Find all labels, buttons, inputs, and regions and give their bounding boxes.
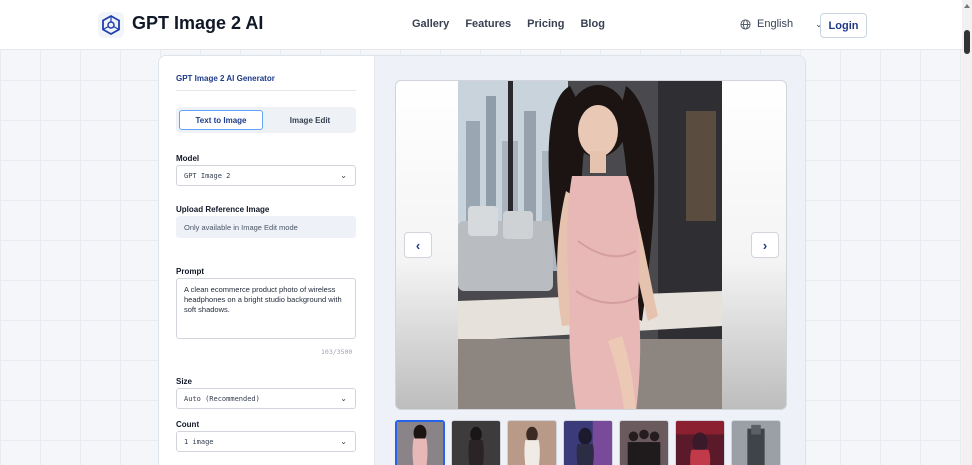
mode-tabs: Text to Image Image Edit xyxy=(176,107,356,133)
thumbnail-7[interactable] xyxy=(731,420,781,465)
chevron-left-icon: ‹ xyxy=(415,237,421,253)
thumbnail-6[interactable] xyxy=(675,420,725,465)
model-label: Model xyxy=(176,154,200,163)
chevron-right-icon: › xyxy=(762,237,768,253)
main-nav: Gallery Features Pricing Blog xyxy=(412,18,605,30)
count-label: Count xyxy=(176,420,200,429)
divider xyxy=(176,90,356,91)
thumbnail-3[interactable] xyxy=(507,420,557,465)
thumbnail-1[interactable] xyxy=(395,420,445,465)
chevron-down-icon: ⌄ xyxy=(340,171,347,180)
count-select[interactable]: 1 image ⌄ xyxy=(176,431,356,452)
image-preview: ‹ › xyxy=(395,80,787,410)
prompt-label: Prompt xyxy=(176,267,204,276)
nav-features[interactable]: Features xyxy=(465,18,511,30)
model-value: GPT Image 2 xyxy=(184,171,231,180)
size-label: Size xyxy=(176,377,193,386)
top-header: GPT Image 2 AI Gallery Features Pricing … xyxy=(0,0,962,50)
login-button[interactable]: Login xyxy=(820,13,867,38)
scroll-thumb[interactable] xyxy=(964,30,970,54)
settings-panel: GPT Image 2 AI Generator Text to Image I… xyxy=(159,56,375,465)
size-select[interactable]: Auto (Recommended) ⌄ xyxy=(176,388,356,409)
prompt-char-counter: 103/3500 xyxy=(321,348,353,356)
brand-name[interactable]: GPT Image 2 AI xyxy=(132,13,263,34)
upload-label: Upload Reference Image xyxy=(176,205,270,214)
page-scrollbar[interactable] xyxy=(962,0,972,465)
prev-image-button[interactable]: ‹ xyxy=(404,232,432,258)
thumbnail-2[interactable] xyxy=(451,420,501,465)
tab-image-edit[interactable]: Image Edit xyxy=(268,110,352,130)
generator-title: GPT Image 2 AI Generator xyxy=(176,74,275,83)
globe-icon xyxy=(740,18,751,30)
chevron-down-icon: ⌄ xyxy=(340,394,347,403)
upload-reference-box: Only available in Image Edit mode xyxy=(176,216,356,238)
language-selector[interactable]: English ⌄ xyxy=(740,18,823,30)
nav-pricing[interactable]: Pricing xyxy=(527,18,564,30)
generator-card: GPT Image 2 AI Generator Text to Image I… xyxy=(158,55,806,465)
language-label: English xyxy=(757,18,794,30)
generated-photo xyxy=(458,81,722,409)
size-value: Auto (Recommended) xyxy=(184,394,260,403)
model-select[interactable]: GPT Image 2 ⌄ xyxy=(176,165,356,186)
next-image-button[interactable]: › xyxy=(751,232,779,258)
nav-blog[interactable]: Blog xyxy=(580,18,604,30)
hexagon-logo-icon[interactable] xyxy=(98,12,124,38)
nav-gallery[interactable]: Gallery xyxy=(412,18,449,30)
count-value: 1 image xyxy=(184,437,214,446)
thumbnail-5[interactable] xyxy=(619,420,669,465)
prompt-textarea[interactable]: A clean ecommerce product photo of wirel… xyxy=(176,278,356,339)
thumbnail-4[interactable] xyxy=(563,420,613,465)
preview-area: ‹ › xyxy=(375,56,805,465)
tab-text-to-image[interactable]: Text to Image xyxy=(179,110,263,130)
chevron-down-icon: ⌄ xyxy=(340,437,347,446)
scroll-up-arrow-icon[interactable] xyxy=(964,4,970,8)
thumbnail-strip xyxy=(395,420,781,465)
